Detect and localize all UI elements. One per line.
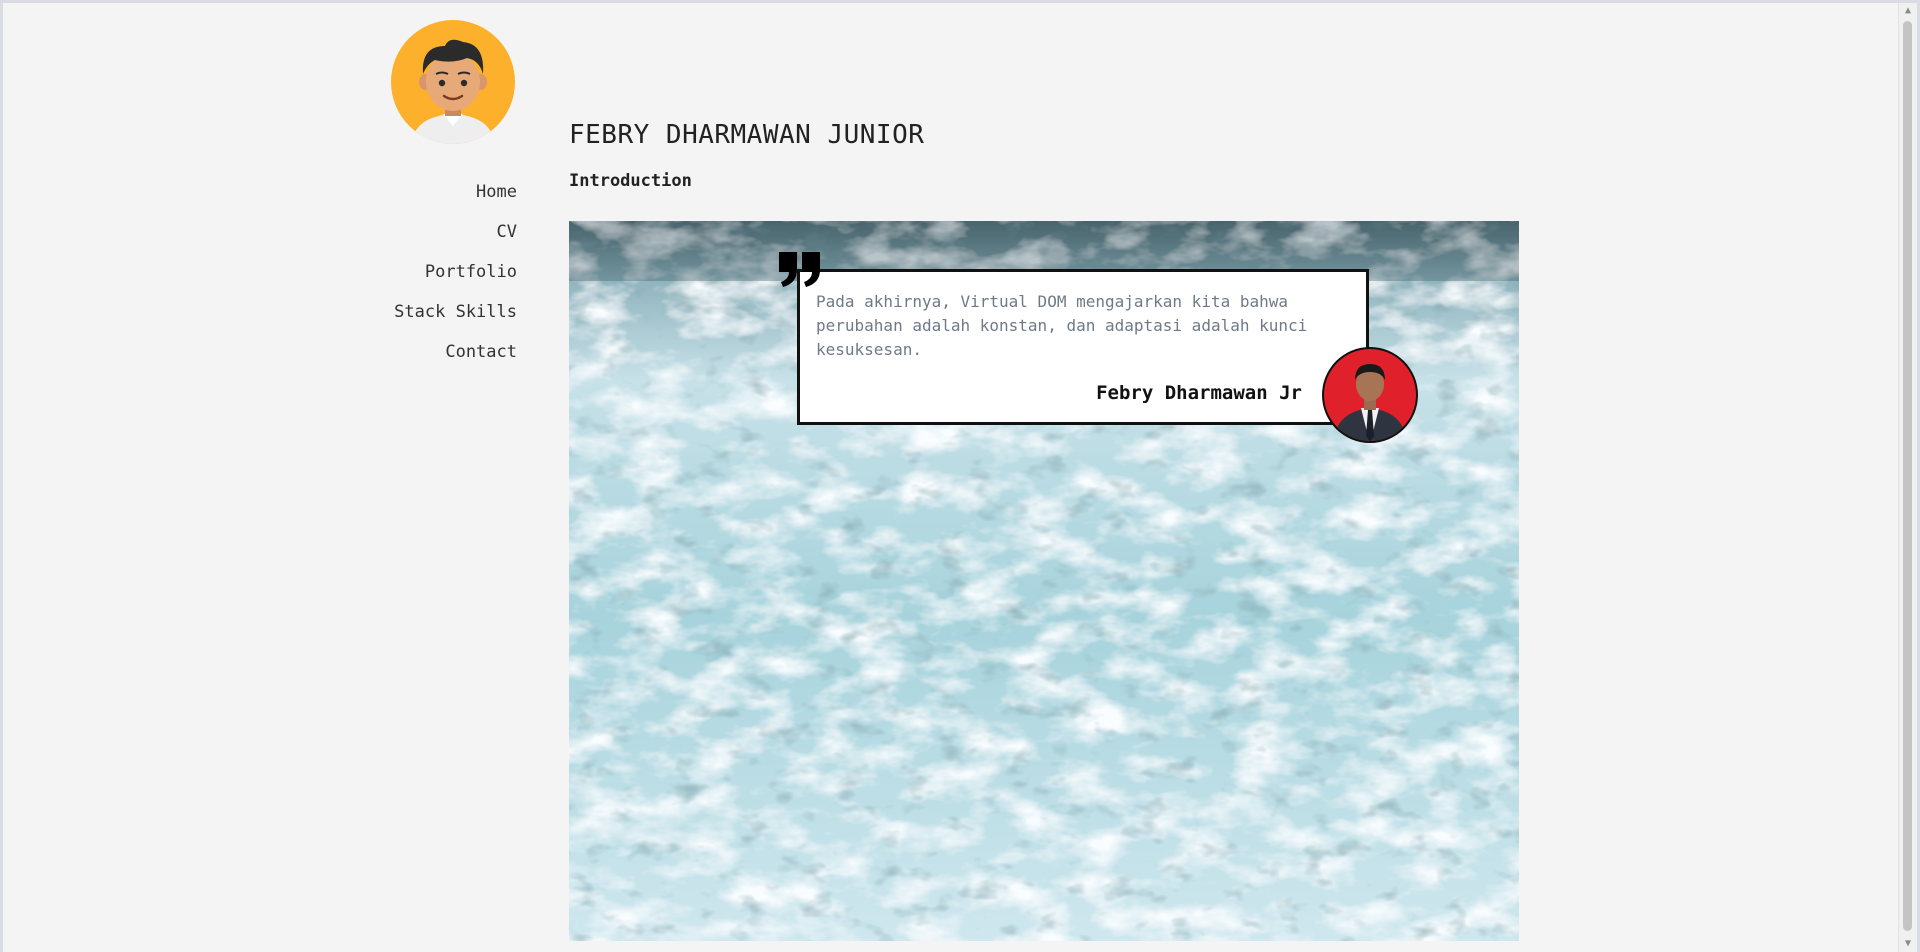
nav-item-contact[interactable]: Contact <box>388 332 517 372</box>
chevron-down-icon[interactable]: ▼ <box>1899 936 1917 952</box>
author-avatar <box>1322 347 1418 443</box>
scroll-thumb[interactable] <box>1903 21 1912 931</box>
quote-card: Pada akhirnya, Virtual DOM mengajarkan k… <box>797 269 1369 425</box>
quote-mark-icon <box>779 252 820 287</box>
page-title: FEBRY DHARMAWAN JUNIOR <box>569 120 925 150</box>
main-content: FEBRY DHARMAWAN JUNIOR Introduction <box>569 115 1529 191</box>
nav-item-home[interactable]: Home <box>388 172 517 212</box>
browser-viewport: Home CV Portfolio Stack Skills Contact F… <box>3 3 1917 952</box>
chevron-up-icon[interactable]: ▲ <box>1899 3 1917 19</box>
main-nav: Home CV Portfolio Stack Skills Contact <box>388 172 517 372</box>
section-title: Introduction <box>569 171 692 191</box>
nav-item-cv[interactable]: CV <box>388 212 517 252</box>
nav-item-portfolio[interactable]: Portfolio <box>388 252 517 292</box>
quote-author: Febry Dharmawan Jr <box>1096 382 1302 404</box>
quote-text: Pada akhirnya, Virtual DOM mengajarkan k… <box>816 292 1308 359</box>
nav-item-stack-skills[interactable]: Stack Skills <box>388 292 517 332</box>
scrollbar[interactable]: ▲ ▼ <box>1898 3 1917 952</box>
avatar <box>391 20 515 144</box>
